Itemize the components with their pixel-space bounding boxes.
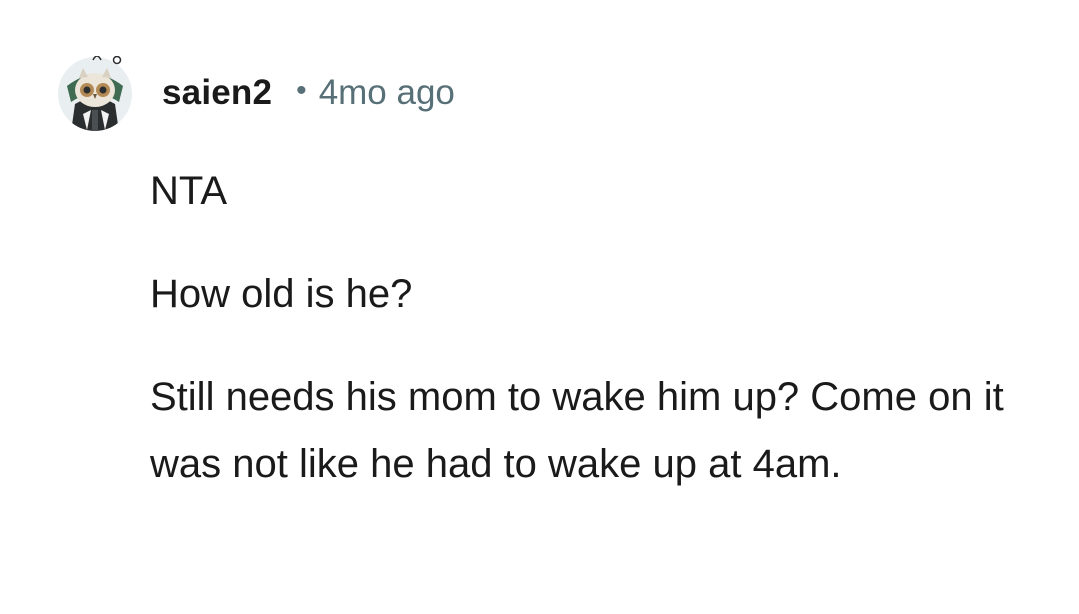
username-link[interactable]: saien2 bbox=[162, 73, 272, 113]
owl-avatar-icon bbox=[58, 56, 132, 131]
comment-body: NTA How old is he? Still needs his mom t… bbox=[150, 158, 1050, 498]
timestamp[interactable]: 4mo ago bbox=[319, 73, 455, 113]
comment-header: saien2 • 4mo ago bbox=[162, 70, 455, 116]
comment-paragraph: Still needs his mom to wake him up? Come… bbox=[150, 375, 1004, 486]
comment-paragraph: How old is he? bbox=[150, 272, 413, 316]
avatar[interactable] bbox=[57, 56, 133, 131]
comment-paragraph: NTA bbox=[150, 169, 228, 213]
comment: saien2 • 4mo ago NTA How old is he? Stil… bbox=[0, 0, 1079, 614]
meta-separator: • bbox=[296, 74, 307, 107]
